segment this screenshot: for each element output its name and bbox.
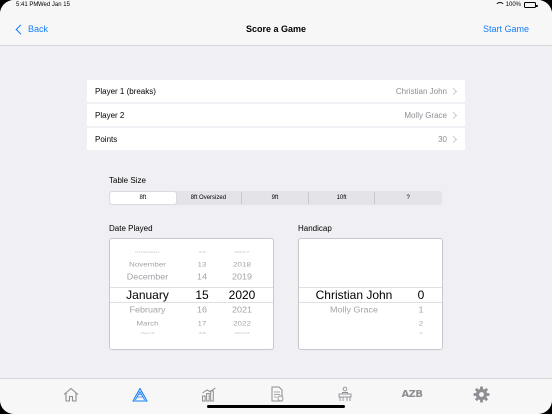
points-label: Points	[95, 134, 118, 144]
table-size-label: Table Size	[109, 176, 146, 185]
wifi-icon	[494, 2, 505, 8]
picker-item: 14	[196, 272, 207, 282]
segment-10ft[interactable]: 10ft	[309, 192, 376, 204]
picker-item: 16	[196, 305, 207, 315]
picker-selected-year: 2020	[228, 288, 256, 302]
picker-item: 12	[198, 251, 206, 254]
picker-selected-day: 15	[195, 288, 209, 302]
picker-item: 2022	[233, 320, 251, 327]
segment-unknown[interactable]: ?	[375, 192, 441, 204]
picker-item: October	[135, 251, 160, 254]
start-game-button[interactable]: Start Game	[483, 24, 529, 34]
picker-item: 13	[197, 261, 207, 268]
picker-item: Molly Grace	[329, 305, 378, 315]
picker-item: March	[136, 320, 159, 327]
table-size-segmented-control: 8ft 8ft Oversized 9ft 10ft ?	[109, 191, 442, 205]
tab-scoresheet[interactable]	[267, 385, 287, 403]
navigation-bar: Back Score a Game Start Game	[0, 13, 552, 46]
year-wheel[interactable]: 2017 2018 2019 2020 2021 2022 2023	[220, 239, 264, 349]
status-time: 5:41 PM	[16, 2, 39, 8]
player-2-value: Molly Grace	[404, 110, 447, 120]
azb-icon: AZB	[401, 388, 423, 400]
picker-item: 18	[198, 332, 206, 335]
home-icon	[63, 387, 79, 402]
segment-8ft[interactable]: 8ft	[110, 192, 176, 204]
picker-item: 2023	[234, 332, 250, 335]
month-wheel[interactable]: October November December January Februa…	[110, 239, 185, 349]
chevron-right-icon	[449, 135, 458, 143]
picker-selected-handicap: 0	[417, 288, 425, 302]
picker-item: February	[129, 305, 166, 315]
ipad-screen: 5:41 PM Wed Jan 15 100% Back Score a Gam…	[0, 0, 552, 414]
picker-item: 2	[418, 320, 424, 327]
player-1-value: Christian John	[395, 86, 447, 96]
picker-item: 1	[418, 305, 424, 315]
page-title: Score a Game	[245, 24, 307, 34]
handicap-value-wheel[interactable]: 0 1 2 3	[409, 239, 433, 349]
tab-settings[interactable]	[471, 385, 491, 403]
segment-8ft-oversized[interactable]: 8ft Oversized	[176, 192, 243, 204]
player-2-row[interactable]: Player 2 Molly Grace	[87, 104, 465, 126]
handicap-label: Handicap	[298, 224, 332, 233]
picker-item: December	[126, 272, 169, 282]
picker-item: 17	[197, 320, 207, 327]
day-wheel[interactable]: 12 13 14 15 16 17 18	[188, 239, 216, 349]
battery-icon	[524, 2, 538, 8]
tab-rack[interactable]	[130, 385, 150, 403]
picker-item: 2018	[233, 261, 251, 268]
chevron-right-icon	[449, 87, 458, 95]
tab-azb[interactable]: AZB	[401, 385, 423, 403]
chevron-right-icon	[449, 111, 458, 119]
points-value: 30	[438, 134, 447, 144]
picker-item: 2019	[231, 272, 253, 282]
picker-selected-month: January	[126, 288, 169, 302]
stats-icon	[202, 387, 216, 401]
picker-selected-player: Christian John	[315, 288, 393, 302]
handicap-player-wheel[interactable]: Christian John Molly Grace	[299, 239, 409, 349]
picker-item: 2021	[231, 305, 253, 315]
player-1-row[interactable]: Player 1 (breaks) Christian John	[87, 80, 465, 102]
pool-table-icon	[338, 386, 352, 401]
tab-tables[interactable]	[335, 385, 355, 403]
status-date: Wed Jan 15	[38, 2, 70, 8]
tab-stats[interactable]	[199, 385, 219, 403]
player-2-label: Player 2	[95, 110, 125, 120]
handicap-picker[interactable]: Christian John Molly Grace 0 1 2 3	[298, 238, 443, 350]
picker-item: November	[129, 261, 166, 268]
rack-icon	[132, 387, 148, 402]
home-indicator[interactable]	[207, 405, 345, 408]
picker-item: 2017	[234, 251, 250, 254]
scoresheet-icon	[271, 386, 284, 402]
tab-home[interactable]	[61, 385, 81, 403]
picker-item: 3	[419, 332, 423, 335]
player-1-label: Player 1 (breaks)	[95, 86, 156, 96]
tab-bar: AZB	[0, 378, 552, 414]
date-picker[interactable]: October November December January Februa…	[109, 238, 274, 350]
date-played-label: Date Played	[109, 224, 153, 233]
battery-percent: 100%	[505, 2, 521, 8]
status-right: 100%	[494, 2, 538, 8]
gear-icon	[473, 386, 489, 402]
status-bar: 5:41 PM Wed Jan 15 100%	[0, 0, 552, 13]
segment-9ft[interactable]: 9ft	[242, 192, 309, 204]
points-row[interactable]: Points 30	[87, 128, 465, 150]
game-settings-list: Player 1 (breaks) Christian John Player …	[87, 80, 465, 152]
picker-item: April	[140, 332, 155, 335]
